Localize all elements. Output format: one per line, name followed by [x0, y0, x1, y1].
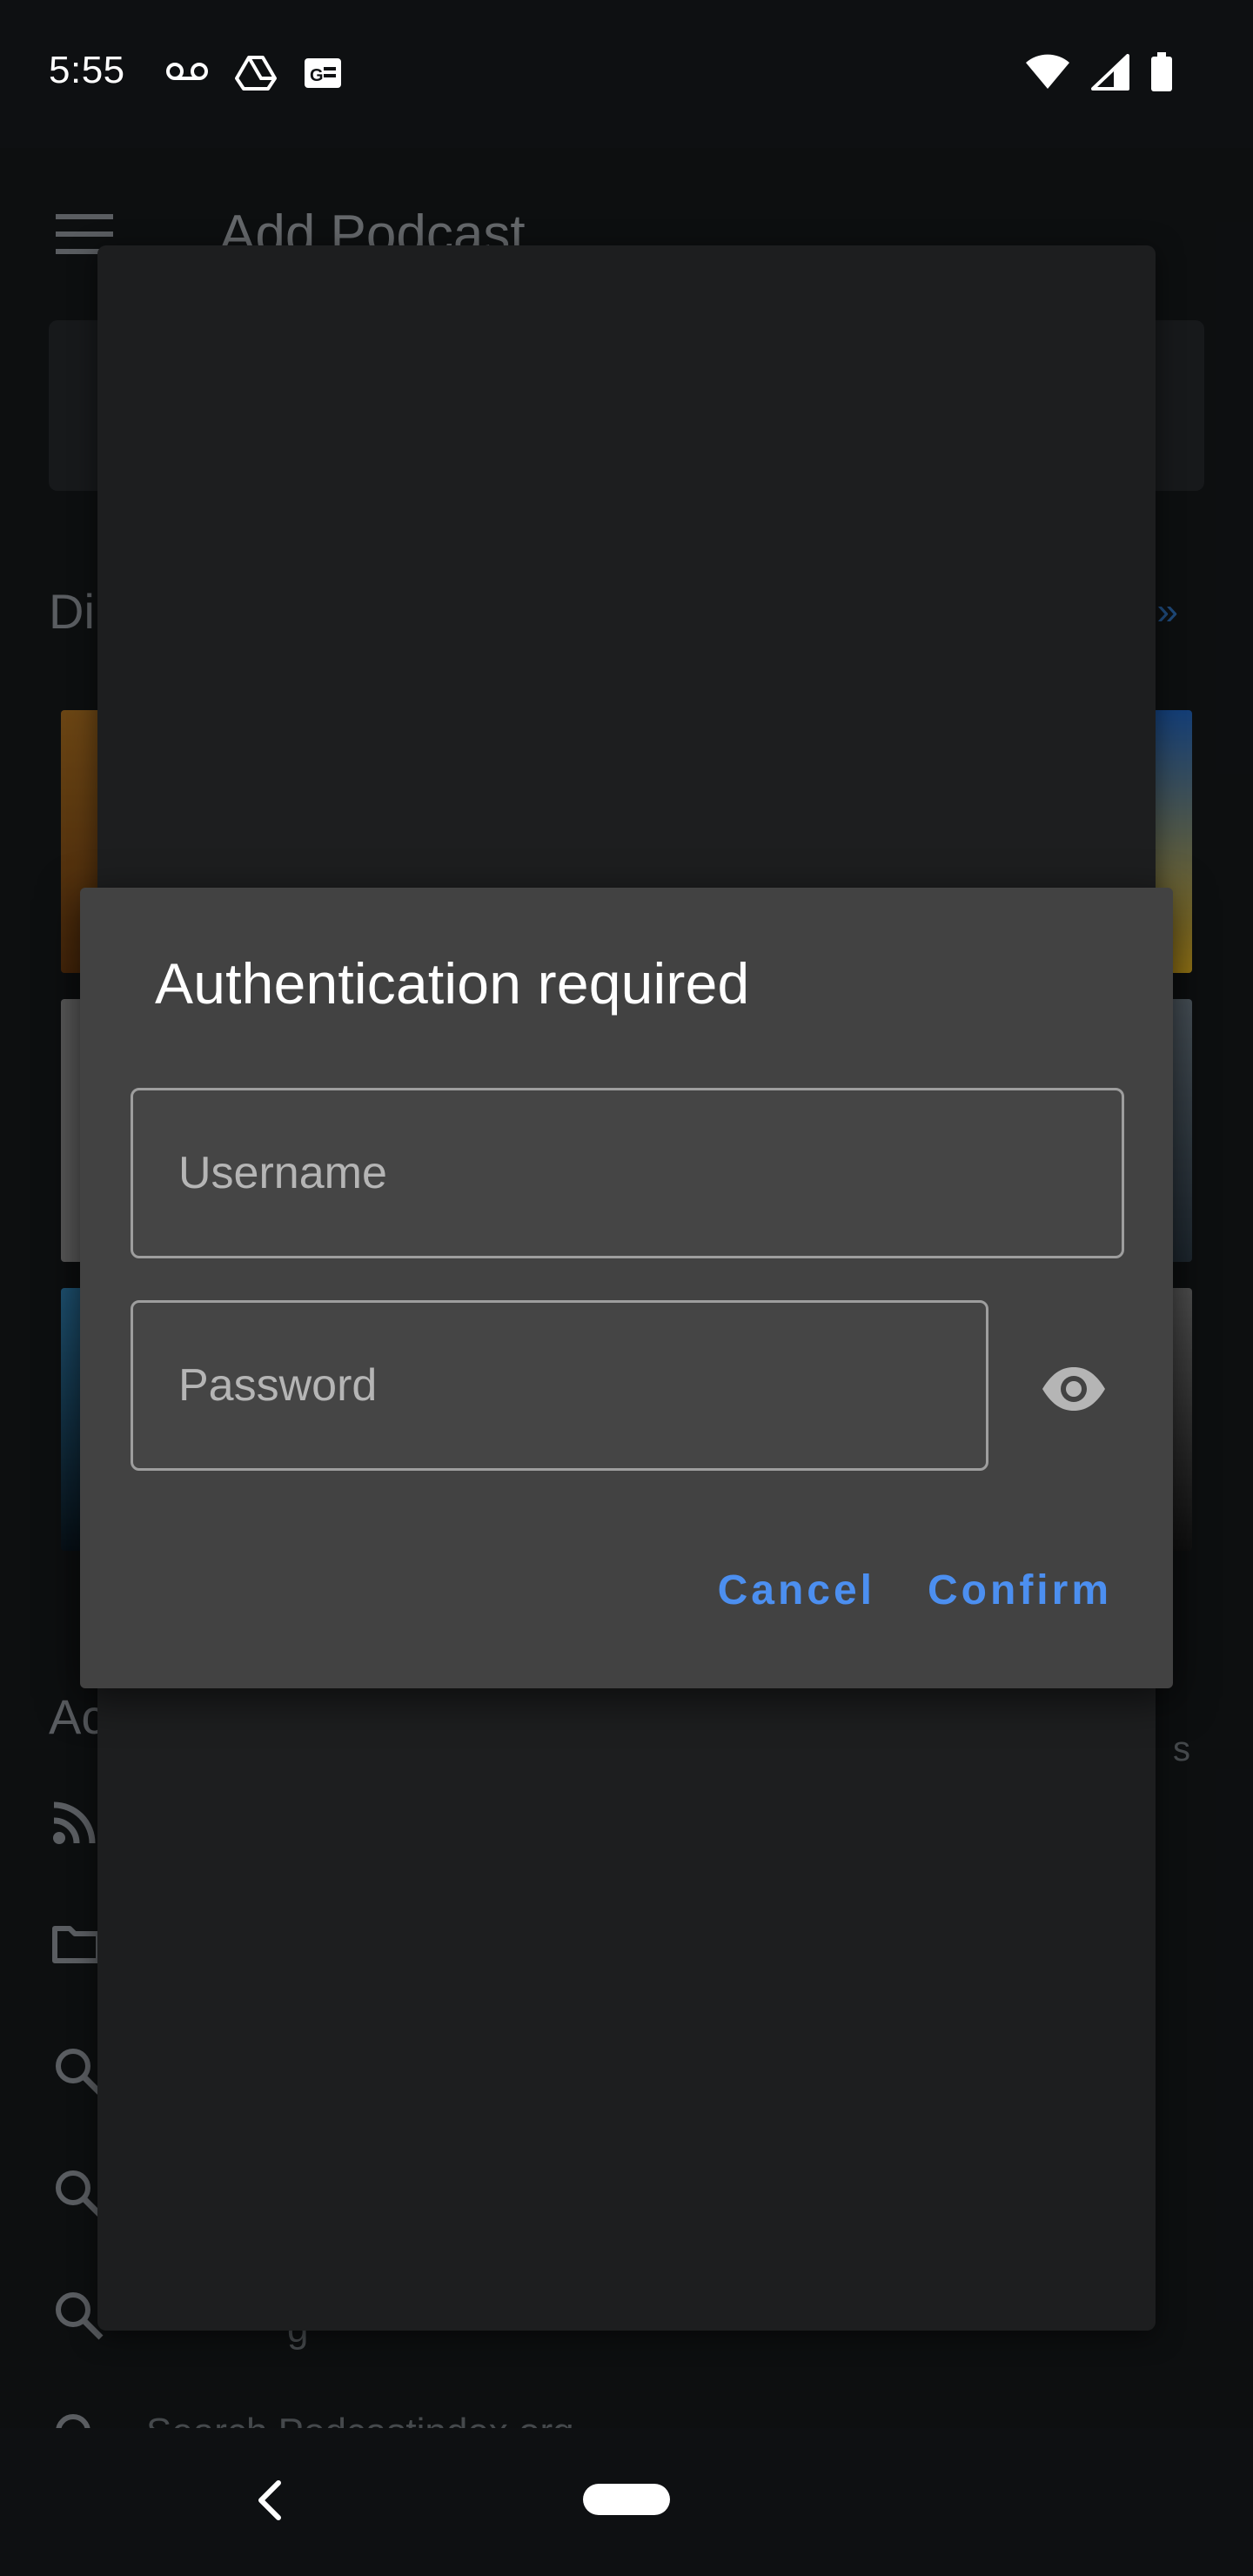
drive-icon [235, 54, 277, 97]
back-icon[interactable] [252, 2479, 287, 2526]
status-icons-right [1025, 52, 1173, 97]
cancel-button[interactable]: Cancel [718, 1566, 875, 1614]
voicemail-icon [165, 60, 209, 91]
confirm-button[interactable]: Confirm [928, 1566, 1112, 1614]
password-input[interactable] [133, 1303, 986, 1468]
authentication-dialog: Authentication required Cancel Confirm [80, 888, 1173, 1688]
eye-icon [1041, 1365, 1107, 1417]
username-input[interactable] [133, 1090, 1122, 1256]
signal-icon [1091, 54, 1129, 95]
dialog-actions: Cancel Confirm [718, 1566, 1112, 1614]
status-bar: 5:55 G [0, 0, 1253, 148]
navigation-bar [0, 2428, 1253, 2576]
status-time: 5:55 [49, 49, 125, 91]
home-pill[interactable] [583, 2484, 670, 2515]
dialog-title: Authentication required [155, 951, 750, 1016]
username-field[interactable] [131, 1088, 1124, 1258]
password-field[interactable] [131, 1300, 988, 1471]
status-icons-left: G [165, 54, 343, 97]
battery-icon [1150, 52, 1173, 97]
wifi-icon [1025, 54, 1070, 95]
news-icon: G [303, 57, 343, 94]
screen: 5:55 G Add Podcast Di » s Ac Authenticat… [0, 0, 1253, 2576]
show-password-toggle[interactable] [1032, 1349, 1116, 1432]
svg-text:G: G [310, 66, 324, 85]
